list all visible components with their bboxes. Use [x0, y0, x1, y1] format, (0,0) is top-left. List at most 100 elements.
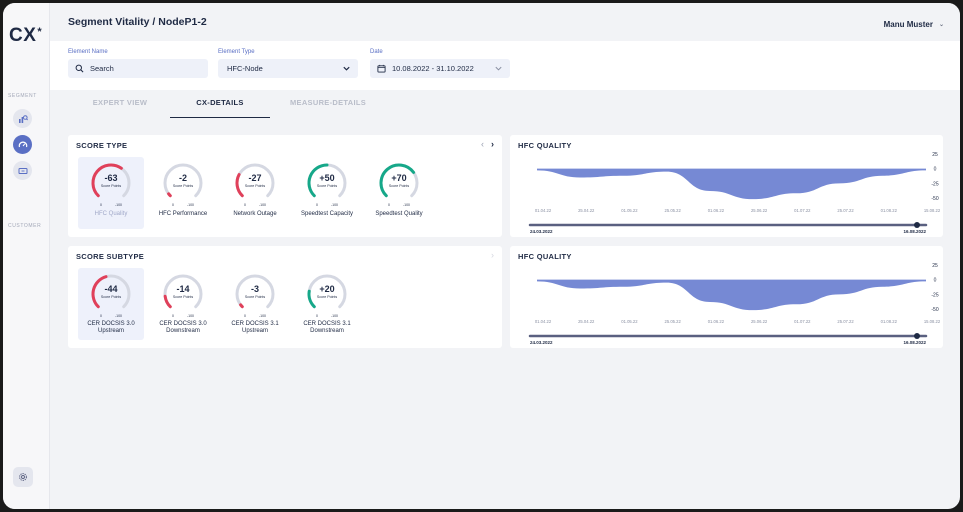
gauge-label: Speedtest Capacity: [300, 211, 354, 217]
ticket-icon: [18, 167, 27, 174]
y-tick-label: -25: [931, 292, 938, 298]
gauge-ring: [379, 163, 419, 198]
score-gauge[interactable]: -14 Score Points 0 -100 CER DOCSIS 3.0 Downs…: [150, 268, 216, 340]
score-gauge[interactable]: +70 Score Points 0 -100 Speedtest Quality: [366, 157, 432, 229]
tab-cx-details[interactable]: CX-DETAILS: [170, 98, 270, 118]
gauge-label: HFC Quality: [94, 211, 128, 217]
sidebar-item-segment-ticket[interactable]: [13, 161, 32, 180]
gauge-value: -63: [104, 173, 118, 183]
gauge-label: CER DOCSIS 3.1 Upstream: [231, 321, 279, 334]
gauge-fill: [167, 192, 172, 198]
gauge-min: 0: [100, 203, 102, 207]
y-tick-label: 0: [934, 167, 937, 173]
app-logo[interactable]: CX*: [9, 25, 42, 47]
date-range-picker[interactable]: 10.08.2022 - 31.10.2022: [370, 59, 510, 78]
hfc-quality-chart-card-1: HFC QUALITY 25 0 -25 -50 01.04.22 25.04.22 01.…: [510, 135, 943, 237]
range-start-label: 24.03.2022: [530, 229, 553, 234]
app-window: CX* SEGMENT CUSTOMER Segment Vitality / …: [3, 3, 960, 509]
element-type-select[interactable]: HFC-Node: [218, 59, 358, 78]
x-tick-label: 01.08.22: [881, 208, 898, 213]
gauge-value: -2: [178, 173, 187, 183]
gauge-label: CER DOCSIS 3.1 Downstream: [303, 321, 351, 334]
x-tick-label: 01.07.22: [794, 319, 811, 324]
y-tick-label: -50: [931, 307, 938, 313]
hfc-quality-chart-2[interactable]: 25 0 -25 -50 01.04.22 25.04.22 01.05.22 25.05.2…: [510, 246, 943, 348]
y-tick-label: -50: [931, 196, 938, 202]
gauge-value: +50: [319, 173, 335, 183]
gauge-label: CER DOCSIS 3.0 Upstream: [87, 321, 135, 334]
sidebar-item-segment-analysis[interactable]: [13, 109, 32, 128]
x-tick-label: 25.05.22: [665, 319, 682, 324]
gauge-value: +70: [391, 173, 407, 183]
gauge-max: -100: [115, 314, 123, 318]
element-name-filter: Element Name Search: [68, 49, 208, 78]
element-name-search-input[interactable]: Search: [68, 59, 208, 78]
view-tabs: EXPERT VIEW CX-DETAILS MEASURE-DETAILS: [50, 98, 960, 118]
gauge-unit: Score Points: [100, 184, 122, 188]
gauge-min: 0: [316, 203, 318, 207]
gauge-label: CER DOCSIS 3.0 Downstream: [159, 321, 207, 334]
gauge-unit: Score Points: [244, 184, 266, 188]
y-tick-label: -25: [931, 181, 938, 187]
tab-measure-details[interactable]: MEASURE-DETAILS: [278, 98, 378, 118]
settings-button[interactable]: [13, 467, 33, 487]
gauge-label: Network Outage: [233, 211, 277, 217]
gauge-min: 0: [316, 314, 318, 318]
hfc-quality-chart-1[interactable]: 25 0 -25 -50 01.04.22 25.04.22 01.05.22 25.05.2…: [510, 135, 943, 237]
next-arrow-icon[interactable]: ›: [491, 139, 494, 149]
speedometer-icon: [18, 141, 27, 147]
gauge-value: -3: [250, 284, 259, 294]
calendar-icon: [377, 64, 386, 73]
gauge-min: 0: [244, 203, 246, 207]
score-subtype-title: SCORE SUBTYPE: [76, 252, 145, 261]
gauge-value: -14: [176, 284, 190, 294]
x-tick-label: 25.06.22: [751, 319, 768, 324]
gauge-max: -100: [331, 203, 339, 207]
gauge-max: -100: [259, 314, 267, 318]
sidebar-section-segment: SEGMENT: [8, 93, 37, 99]
range-slider-handle: [914, 222, 920, 228]
score-type-title: SCORE TYPE: [76, 141, 128, 150]
gauge-ring: [235, 274, 275, 309]
gauge-max: -100: [115, 203, 123, 207]
gauge-ring: [307, 163, 347, 198]
element-type-filter: Element Type HFC-Node: [218, 49, 358, 78]
gear-icon: [19, 473, 27, 481]
gauge-value: +20: [319, 284, 335, 294]
search-placeholder: Search: [90, 64, 114, 73]
chevron-down-icon: ⌄: [938, 22, 944, 28]
gauge-ring: [91, 274, 131, 309]
tab-expert-view[interactable]: EXPERT VIEW: [80, 98, 160, 118]
score-gauge[interactable]: +50 Score Points 0 -100 Speedtest Capacity: [294, 157, 360, 229]
gauge-max: -100: [259, 203, 267, 207]
score-gauge[interactable]: -27 Score Points 0 -100 Network Outage: [222, 157, 288, 229]
gauge-value: -44: [104, 284, 118, 294]
range-start-label: 24.03.2022: [530, 340, 553, 345]
x-tick-label: 01.05.22: [621, 319, 638, 324]
date-range-value: 10.08.2022 - 31.10.2022: [392, 64, 474, 73]
score-gauge[interactable]: -3 Score Points 0 -100 CER DOCSIS 3.1 Upstre…: [222, 268, 288, 340]
gauge-value: -27: [248, 173, 262, 183]
score-type-pager: ‹ ›: [481, 139, 494, 149]
gauge-label: Speedtest Quality: [375, 211, 423, 217]
sidebar-item-segment-gauge[interactable]: [13, 135, 32, 154]
score-gauge[interactable]: -63 Score Points 0 -100 HFC Quality: [78, 157, 144, 229]
hfc-quality-chart-card-2: HFC QUALITY 25 0 -25 -50 01.04.22 25.04.22 01.…: [510, 246, 943, 348]
gauge-max: -100: [403, 203, 411, 207]
previous-arrow-icon[interactable]: ‹: [481, 139, 484, 149]
next-arrow-icon[interactable]: ›: [491, 250, 494, 260]
x-tick-label: 01.08.22: [881, 319, 898, 324]
y-tick-label: 25: [932, 263, 938, 269]
user-menu[interactable]: Manu Muster ⌄: [884, 20, 944, 29]
x-tick-label: 25.04.22: [578, 319, 595, 324]
gauge-label: HFC Performance: [158, 211, 208, 217]
series-area: [537, 279, 926, 311]
page-title: Segment Vitality / NodeP1-2: [68, 16, 207, 28]
score-gauge[interactable]: -2 Score Points 0 -100 HFC Performance: [150, 157, 216, 229]
gauge-max: -100: [187, 314, 195, 318]
x-tick-label: 01.05.22: [621, 208, 638, 213]
x-tick-label: 25.07.22: [837, 319, 854, 324]
score-gauge[interactable]: -44 Score Points 0 -100 CER DOCSIS 3.0 Upstr…: [78, 268, 144, 340]
gauge-min: 0: [244, 314, 246, 318]
score-gauge[interactable]: +20 Score Points 0 -100 CER DOCSIS 3.1 Downs…: [294, 268, 360, 340]
